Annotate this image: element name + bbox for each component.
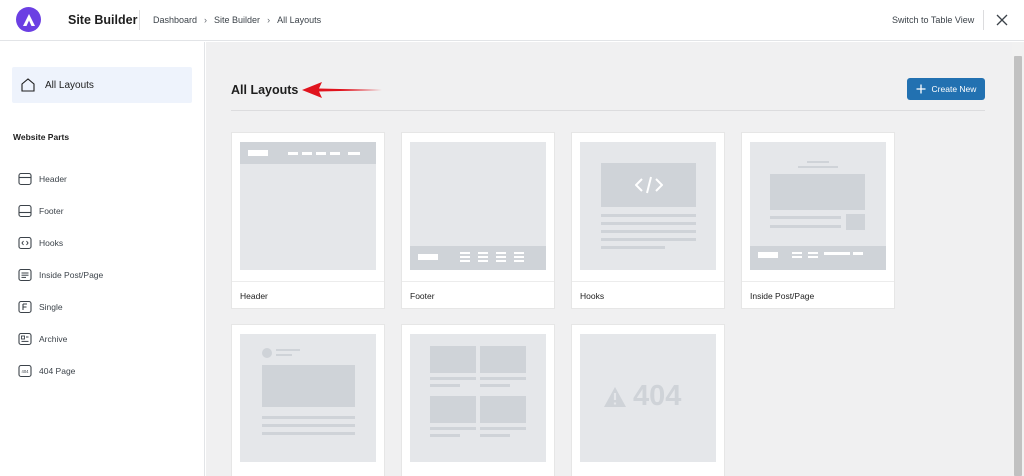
warning-icon	[604, 387, 626, 407]
header-icon	[18, 172, 32, 186]
breadcrumb-all-layouts: All Layouts	[277, 15, 322, 25]
create-new-label: Create New	[931, 84, 977, 94]
layout-card-footer[interactable]: Footer	[401, 132, 555, 309]
sidebar-item-label: All Layouts	[45, 79, 94, 91]
404-icon: 404	[18, 364, 32, 378]
sidebar-item-footer[interactable]: Footer	[18, 204, 64, 218]
card-label: Inside Post/Page	[750, 291, 815, 301]
footer-icon	[18, 204, 32, 218]
layout-card-header[interactable]: Header	[231, 132, 385, 309]
card-label: Header	[240, 291, 268, 301]
card-label: Hooks	[580, 291, 605, 301]
svg-text:404: 404	[22, 369, 30, 374]
sidebar-item-hooks[interactable]: Hooks	[18, 236, 63, 250]
page-title: All Layouts	[231, 83, 299, 97]
sidebar-item-404-page[interactable]: 404 404 Page	[18, 364, 75, 378]
sidebar-item-archive[interactable]: Archive	[18, 332, 67, 346]
404-layout-thumbnail: 404	[580, 334, 716, 462]
create-new-button[interactable]: Create New	[907, 78, 985, 100]
close-icon[interactable]	[994, 12, 1010, 28]
card-label: Footer	[410, 291, 435, 301]
breadcrumb-site-builder[interactable]: Site Builder	[214, 15, 260, 25]
home-icon	[21, 78, 35, 92]
divider	[572, 281, 724, 282]
divider	[231, 110, 985, 111]
sidebar-item-label: Single	[39, 302, 63, 312]
scrollbar-thumb[interactable]	[1014, 56, 1022, 476]
sidebar-item-label: Inside Post/Page	[39, 270, 104, 280]
single-icon	[18, 300, 32, 314]
hooks-layout-thumbnail	[580, 142, 716, 270]
layout-card-archive[interactable]	[401, 324, 555, 476]
breadcrumb: Dashboard › Site Builder › All Layouts	[153, 15, 321, 25]
inside-post-icon	[18, 268, 32, 282]
chevron-right-icon: ›	[204, 15, 208, 25]
section-title: Website Parts	[13, 132, 70, 142]
sidebar-item-label: Footer	[39, 206, 64, 216]
archive-layout-thumbnail	[410, 334, 546, 462]
chevron-right-icon: ›	[267, 15, 271, 25]
footer-layout-thumbnail	[410, 142, 546, 270]
single-layout-thumbnail	[240, 334, 376, 462]
top-bar: Site Builder Dashboard › Site Builder › …	[0, 0, 1024, 41]
main-content: All Layouts Create New Header Footer Hoo…	[206, 42, 1012, 476]
sidebar-item-label: 404 Page	[39, 366, 76, 376]
scrollbar[interactable]	[1012, 42, 1024, 476]
404-thumbnail-text: 404	[633, 380, 682, 412]
switch-to-table-view-link[interactable]: Switch to Table View	[892, 15, 974, 25]
sidebar: All Layouts Website Parts Header Footer …	[0, 42, 205, 476]
layout-card-single[interactable]	[231, 324, 385, 476]
sidebar-item-label: Archive	[39, 334, 68, 344]
divider	[139, 10, 140, 30]
sidebar-item-inside-post-page[interactable]: Inside Post/Page	[18, 268, 103, 282]
annotation-arrow-icon	[302, 82, 382, 98]
layout-card-hooks[interactable]: Hooks	[571, 132, 725, 309]
divider	[983, 10, 984, 30]
astra-logo-icon[interactable]	[16, 7, 41, 32]
plus-icon	[916, 84, 926, 94]
divider	[402, 281, 554, 282]
divider	[742, 281, 894, 282]
archive-icon	[18, 332, 32, 346]
layout-card-404[interactable]: 404	[571, 324, 725, 476]
divider	[232, 281, 384, 282]
layout-card-inside-post-page[interactable]: Inside Post/Page	[741, 132, 895, 309]
header-layout-thumbnail	[240, 142, 376, 270]
app-title: Site Builder	[68, 13, 138, 27]
inside-post-layout-thumbnail	[750, 142, 886, 270]
sidebar-item-single[interactable]: Single	[18, 300, 63, 314]
breadcrumb-dashboard[interactable]: Dashboard	[153, 15, 197, 25]
hooks-icon	[18, 236, 32, 250]
sidebar-item-label: Header	[39, 174, 67, 184]
sidebar-item-all-layouts[interactable]: All Layouts	[12, 67, 192, 103]
sidebar-item-header[interactable]: Header	[18, 172, 67, 186]
sidebar-item-label: Hooks	[39, 238, 64, 248]
code-icon	[635, 176, 663, 194]
